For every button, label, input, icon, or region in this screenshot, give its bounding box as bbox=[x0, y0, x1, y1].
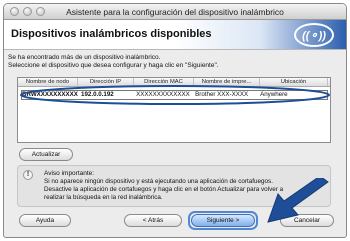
notice-title: Aviso importante: bbox=[44, 170, 95, 177]
minimize-window-button[interactable] bbox=[23, 7, 32, 16]
title-bar: Asistente para la configuración del disp… bbox=[4, 4, 346, 20]
instruction-line-1: Se ha encontrado más de un dispositivo i… bbox=[8, 54, 161, 61]
row-highlight-oval bbox=[20, 85, 330, 105]
warning-icon: ! bbox=[23, 170, 33, 180]
wireless-logo-text: ((⚬)) bbox=[302, 29, 326, 42]
pointer-arrow-icon bbox=[267, 178, 329, 223]
wireless-logo-icon: ((⚬)) bbox=[294, 23, 334, 47]
window-title: Asistente para la configuración del disp… bbox=[66, 6, 284, 17]
refresh-button[interactable]: Actualizar bbox=[19, 148, 73, 161]
wizard-header: Dispositivos inalámbricos disponibles ((… bbox=[4, 20, 346, 50]
back-button[interactable]: < Atrás bbox=[124, 214, 182, 227]
window-controls bbox=[10, 7, 45, 16]
instructions: Se ha encontrado más de un dispositivo i… bbox=[8, 54, 219, 70]
page-title: Dispositivos inalámbricos disponibles bbox=[11, 28, 212, 40]
next-button[interactable]: Siguiente > bbox=[191, 214, 255, 227]
instruction-line-2: Seleccione el dispositivo que desea conf… bbox=[8, 62, 219, 69]
help-button[interactable]: Ayuda bbox=[19, 214, 71, 227]
close-window-button[interactable] bbox=[10, 7, 19, 16]
zoom-window-button[interactable] bbox=[36, 7, 45, 16]
